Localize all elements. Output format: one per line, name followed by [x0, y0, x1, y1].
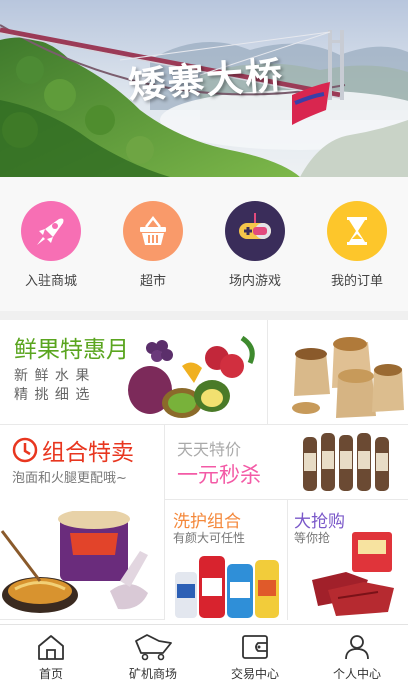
promo-flash-title: 天天特价 [177, 440, 242, 459]
quick-nav-item-orders[interactable]: 我的订单 [306, 201, 408, 289]
clock-icon [12, 437, 38, 463]
promo-fruit-line1: 新 鲜 水 果 [14, 368, 91, 384]
home-icon [38, 635, 64, 660]
gamepad-icon [225, 201, 285, 261]
promo-grab-card[interactable]: 大抢购 等你抢 [288, 500, 408, 620]
mining-cart-icon [135, 634, 172, 661]
quick-nav: 入驻商城 超市 场内游戏 我的订单 [0, 177, 408, 311]
detergent-bottles-image [175, 556, 279, 618]
quick-nav-label: 我的订单 [330, 274, 383, 289]
tab-label: 矿机商场 [128, 667, 177, 681]
wallet-icon [242, 635, 268, 659]
section-divider [0, 311, 408, 320]
promo-flash-card[interactable]: 天天特价 一元秒杀 [165, 425, 408, 500]
tab-home[interactable]: 首页 [0, 625, 102, 692]
tab-mining-mall[interactable]: 矿机商场 [102, 625, 204, 692]
promo-flash-subtitle: 一元秒杀 [177, 463, 261, 487]
promo-nuts-card[interactable] [268, 320, 408, 425]
tab-label: 交易中心 [230, 667, 279, 681]
tab-profile[interactable]: 个人中心 [306, 625, 408, 692]
nuts-bags-image [292, 337, 404, 418]
tab-label: 个人中心 [332, 667, 381, 681]
noodle-ham-image [0, 511, 148, 613]
banner[interactable]: 矮寨大桥 [0, 0, 408, 177]
quick-nav-label: 超市 [139, 274, 166, 289]
basket-icon [123, 201, 183, 261]
promo-combo-subtitle: 泡面和火腿更配哦~ [12, 471, 127, 486]
banner-title: 矮寨大桥 [126, 52, 286, 108]
promo-care-subtitle: 有颜大可任性 [173, 531, 246, 545]
quick-nav-label: 场内游戏 [228, 274, 281, 289]
user-icon [345, 635, 369, 660]
coffee-bottles-image [303, 433, 389, 491]
quick-nav-item-supermarket[interactable]: 超市 [102, 201, 204, 289]
hourglass-icon [327, 201, 387, 261]
promo-fruit-title: 鲜果特惠月 [14, 337, 129, 363]
rocket-icon [21, 201, 81, 261]
quick-nav-item-games[interactable]: 场内游戏 [204, 201, 306, 289]
promo-combo-card[interactable]: 组合特卖 泡面和火腿更配哦~ [0, 425, 165, 620]
tab-trade-center[interactable]: 交易中心 [204, 625, 306, 692]
promo-fruit-line2: 精 挑 细 选 [14, 387, 91, 403]
bottom-tab-bar: 首页 矿机商场 交易中心 个人中心 [0, 624, 408, 692]
jerky-image [312, 532, 394, 616]
fruit-basket-image [128, 335, 255, 418]
promo-combo-title: 组合特卖 [42, 440, 134, 466]
promo-fruit-card[interactable]: 鲜果特惠月 新 鲜 水 果 精 挑 细 选 [0, 320, 268, 425]
promo-care-card[interactable]: 洗护组合 有颜大可任性 [165, 500, 288, 620]
tab-label: 首页 [38, 667, 63, 681]
quick-nav-item-merchant[interactable]: 入驻商城 [0, 201, 102, 289]
quick-nav-label: 入驻商城 [24, 274, 77, 289]
